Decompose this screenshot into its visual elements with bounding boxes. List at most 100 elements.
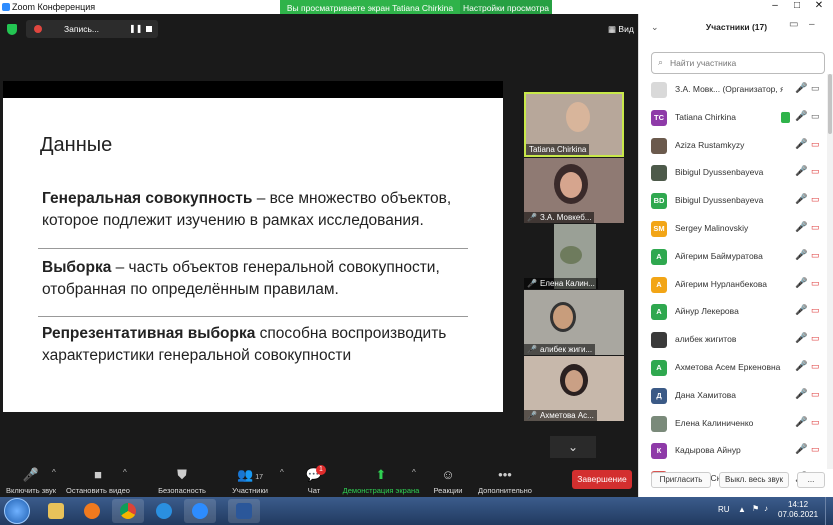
media-player-app[interactable]: [76, 499, 108, 523]
video-off-icon[interactable]: ▭: [811, 361, 820, 372]
pause-recording-icon[interactable]: ❚❚: [129, 24, 142, 33]
muted-mic-icon[interactable]: 🎤: [795, 389, 807, 400]
thumbnail-name: Елена Калин...: [539, 279, 595, 288]
panel-more-button[interactable]: ...: [797, 472, 825, 488]
video-camera-icon[interactable]: ▭: [811, 83, 820, 94]
view-button[interactable]: ▦ Вид: [608, 24, 634, 35]
panel-scrollbar[interactable]: [827, 74, 833, 469]
chevron-down-icon[interactable]: ⌄: [550, 436, 596, 458]
participants-panel: ⌄ Участники (17) ▭ – ⌕ З.А. Мовк... (Орг…: [638, 14, 833, 497]
popout-icon[interactable]: ▭: [789, 19, 798, 30]
muted-mic-icon[interactable]: 🎤: [795, 222, 807, 233]
participants-button[interactable]: 👥 17 Участники: [228, 465, 272, 496]
video-thumbnail[interactable]: Tatiana Chirkina: [524, 92, 624, 157]
muted-mic-icon[interactable]: 🎤: [795, 250, 807, 261]
slide-block: Выборка – часть объектов генеральной сов…: [42, 257, 472, 301]
panel-close-icon[interactable]: –: [809, 19, 815, 30]
list-item[interactable]: SM Sergey Malinovskiy 🎤 ▭: [639, 215, 833, 243]
video-off-icon[interactable]: ▭: [811, 389, 820, 400]
list-item[interactable]: А Ахметова Асем Еркеновна 🎤 ▭: [639, 354, 833, 382]
video-off-icon[interactable]: ▭: [811, 444, 820, 455]
invite-button[interactable]: Пригласить: [651, 472, 711, 488]
share-screen-button[interactable]: ⬆ Демонстрация экрана: [340, 465, 422, 496]
language-indicator[interactable]: RU: [718, 505, 730, 514]
share-caret-icon[interactable]: ^: [412, 468, 416, 477]
muted-mic-icon[interactable]: 🎤: [795, 444, 807, 455]
end-meeting-button[interactable]: Завершение: [572, 470, 632, 489]
start-button[interactable]: [4, 498, 30, 524]
muted-mic-icon[interactable]: 🎤: [795, 166, 807, 177]
more-button[interactable]: ••• Дополнительно: [474, 465, 536, 496]
show-desktop-button[interactable]: [825, 497, 833, 525]
video-off-icon[interactable]: ▭: [811, 194, 820, 205]
explorer-app[interactable]: [40, 499, 72, 523]
muted-mic-icon[interactable]: 🎤: [795, 361, 807, 372]
system-clock[interactable]: 14:12 07.06.2021: [778, 500, 818, 520]
chrome-app[interactable]: [112, 499, 144, 523]
search-input[interactable]: [670, 56, 820, 70]
video-off-icon[interactable]: ▭: [811, 139, 820, 150]
mic-icon[interactable]: 🎤: [795, 83, 807, 94]
more-dots-icon: •••: [498, 467, 512, 482]
list-item[interactable]: Aziza Rustamkyzy 🎤 ▭: [639, 132, 833, 160]
list-item[interactable]: алибек жигитов 🎤 ▭: [639, 326, 833, 354]
maximize-icon[interactable]: □: [786, 0, 808, 11]
ie-app[interactable]: [148, 499, 180, 523]
mic-icon[interactable]: 🎤: [795, 111, 807, 122]
security-shield-icon[interactable]: [7, 24, 17, 35]
mute-all-button[interactable]: Выкл. весь звук: [719, 472, 789, 488]
video-thumbnail[interactable]: 🎤 З.А. Мовкеб...: [524, 158, 624, 223]
volume-icon[interactable]: ♪: [764, 504, 768, 513]
minimize-icon[interactable]: –: [764, 0, 786, 11]
search-box[interactable]: ⌕: [651, 52, 825, 74]
list-item[interactable]: А Айнур Лекерова 🎤 ▭: [639, 298, 833, 326]
scrollbar-thumb[interactable]: [828, 74, 832, 134]
video-camera-icon[interactable]: ▭: [811, 111, 820, 122]
unmute-button[interactable]: 🎤 Включить звук: [4, 465, 58, 496]
muted-mic-icon[interactable]: 🎤: [795, 417, 807, 428]
security-button[interactable]: ⛊ Безопасность: [152, 465, 212, 496]
muted-mic-icon[interactable]: 🎤: [795, 305, 807, 316]
zoom-app[interactable]: [184, 499, 216, 523]
muted-mic-icon[interactable]: 🎤: [795, 333, 807, 344]
video-off-icon[interactable]: ▭: [811, 222, 820, 233]
tray-arrow-icon[interactable]: ▲: [738, 505, 746, 514]
video-camera-icon: ■: [94, 467, 102, 482]
avatar: [651, 415, 667, 432]
flag-icon[interactable]: ⚑: [752, 504, 759, 513]
list-item[interactable]: З.А. Мовк... (Организатор, я) 🎤 ▭: [639, 76, 833, 104]
word-app[interactable]: [228, 499, 260, 523]
video-off-icon[interactable]: ▭: [811, 166, 820, 177]
video-off-icon[interactable]: ▭: [811, 278, 820, 289]
muted-mic-icon[interactable]: 🎤: [795, 139, 807, 150]
list-item[interactable]: К Кадырова Айнур 🎤 ▭: [639, 437, 833, 465]
slide-term: Репрезентативная выборка: [42, 325, 256, 342]
audio-options-caret-icon[interactable]: ^: [52, 468, 56, 477]
list-item[interactable]: TC Tatiana Chirkina 🎤 ▭: [639, 104, 833, 132]
video-off-icon[interactable]: ▭: [811, 305, 820, 316]
close-icon[interactable]: ✕: [808, 0, 830, 11]
shield-icon: ⛊: [177, 467, 187, 482]
list-item[interactable]: А Айгерим Нурланбекова 🎤 ▭: [639, 271, 833, 299]
list-item[interactable]: Bibigul Dyussenbayeva 🎤 ▭: [639, 159, 833, 187]
video-thumbnail[interactable]: 🎤 Елена Калин...: [524, 224, 624, 289]
list-item[interactable]: А Айгерим Баймуратова 🎤 ▭: [639, 243, 833, 271]
muted-mic-icon[interactable]: 🎤: [795, 194, 807, 205]
windows-taskbar: RU ▲ ⚑ ♪ 14:12 07.06.2021: [0, 497, 833, 525]
participants-caret-icon[interactable]: ^: [280, 468, 284, 477]
stop-recording-icon[interactable]: [146, 26, 152, 32]
video-off-icon[interactable]: ▭: [811, 333, 820, 344]
video-options-caret-icon[interactable]: ^: [123, 468, 127, 477]
video-off-icon[interactable]: ▭: [811, 250, 820, 261]
list-item[interactable]: Д Дана Хамитова 🎤 ▭: [639, 382, 833, 410]
muted-mic-icon[interactable]: 🎤: [795, 278, 807, 289]
video-thumbnail[interactable]: 🎤 алибек жиги...: [524, 290, 624, 355]
video-thumbnail[interactable]: 🎤 Ахметова Ас...: [524, 356, 624, 421]
video-off-icon[interactable]: ▭: [811, 417, 820, 428]
thumbnail-name: Tatiana Chirkina: [526, 144, 590, 155]
slide-title: Данные: [40, 134, 113, 156]
list-item[interactable]: Елена Калиниченко 🎤 ▭: [639, 410, 833, 438]
video-button[interactable]: ■ Остановить видео: [64, 465, 132, 496]
list-item[interactable]: BD Bibigul Dyussenbayeva 🎤 ▭: [639, 187, 833, 215]
reactions-button[interactable]: ☺ Реакции: [430, 465, 466, 496]
